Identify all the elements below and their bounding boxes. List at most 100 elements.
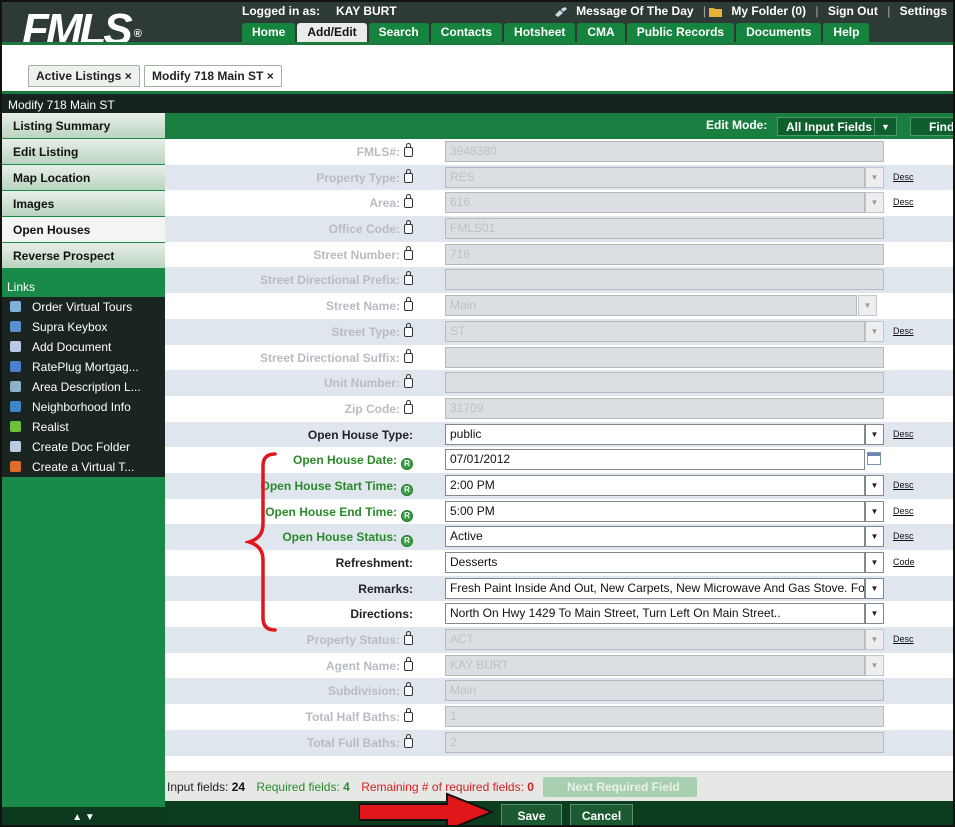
cancel-button[interactable]: Cancel — [570, 804, 633, 825]
annotation-arrow — [359, 792, 494, 825]
field-label: Refreshment: — [165, 556, 413, 570]
open-house-status-label: Open House Status: — [282, 530, 397, 545]
sidebar-link-area-description-l[interactable]: Area Description L... — [2, 377, 165, 397]
dropdown-arrow-icon[interactable]: ▼ — [865, 500, 884, 522]
sidebar-item-open-houses[interactable]: Open Houses — [2, 217, 165, 243]
sidebar-link-create-doc-folder[interactable]: Create Doc Folder — [2, 437, 165, 457]
field-label: Open House Status: R — [165, 530, 413, 548]
motd-link[interactable]: Message Of The Day — [576, 4, 693, 18]
sidebar-link-supra-keybox[interactable]: Supra Keybox — [2, 317, 165, 337]
realist-icon — [10, 421, 21, 432]
nav-tab-help[interactable]: Help — [823, 23, 870, 42]
sidebar-link-neighborhood-info[interactable]: Neighborhood Info — [2, 397, 165, 417]
dropdown-arrow-icon[interactable]: ▼ — [865, 474, 884, 496]
dropdown-arrow-icon[interactable]: ▼ — [865, 603, 884, 625]
nav-tab-public-records[interactable]: Public Records — [626, 23, 735, 42]
rateplug-mortgag-icon — [10, 361, 21, 372]
find-button[interactable]: Find — [910, 117, 953, 136]
link-label: Area Description L... — [32, 380, 141, 394]
nav-tab-hotsheet[interactable]: Hotsheet — [504, 23, 576, 42]
sidebar-link-realist[interactable]: Realist — [2, 417, 165, 437]
field-label: Open House Type: — [165, 428, 413, 442]
settings-link[interactable]: Settings — [900, 4, 947, 18]
field-row-open-house-end-time: Open House End Time: R 5:00 PM ▼ Desc — [165, 499, 953, 525]
open-house-type-desc-link[interactable]: Desc — [893, 429, 914, 439]
street-directional-suffix-input — [445, 346, 884, 368]
street-directional-prefix-label: Street Directional Prefix: — [259, 273, 400, 288]
refreshment-code-link[interactable]: Code — [893, 557, 915, 567]
open-house-end-time-desc-link[interactable]: Desc — [893, 506, 914, 516]
sidebar-item-images[interactable]: Images — [2, 191, 165, 217]
nav-tab-search[interactable]: Search — [368, 23, 429, 42]
sidebar-scroll-arrows[interactable]: ▲ ▼ — [2, 807, 165, 825]
field-label: Open House End Time: R — [165, 505, 413, 522]
street-type-desc-link[interactable]: Desc — [893, 326, 914, 336]
field-label: Street Number: — [165, 245, 413, 262]
directions-input[interactable]: North On Hwy 1429 To Main Street, Turn L… — [445, 603, 865, 625]
area-desc-link[interactable]: Desc — [893, 197, 914, 207]
lock-icon — [404, 194, 413, 209]
refreshment-label: Refreshment: — [335, 556, 413, 570]
link-label: Create a Virtual T... — [32, 460, 135, 474]
sidebar-link-rateplug-mortgag[interactable]: RatePlug Mortgag... — [2, 357, 165, 377]
lock-icon — [404, 733, 413, 748]
annotation-brace — [245, 452, 277, 632]
sidebar-item-listing-summary[interactable]: Listing Summary — [2, 113, 165, 139]
sidebar-link-add-document[interactable]: Add Document — [2, 337, 165, 357]
open-house-start-time-desc-link[interactable]: Desc — [893, 480, 914, 490]
sidebar-item-map-location[interactable]: Map Location — [2, 165, 165, 191]
save-button[interactable]: Save — [501, 804, 562, 825]
lock-icon — [404, 297, 413, 312]
street-directional-suffix-label: Street Directional Suffix: — [259, 350, 400, 365]
dropdown-arrow-icon[interactable]: ▼ — [865, 577, 884, 599]
calendar-icon[interactable] — [867, 452, 881, 466]
satellite-icon — [555, 6, 568, 17]
street-number-label: Street Number: — [313, 247, 400, 262]
open-house-type-label: Open House Type: — [307, 427, 413, 442]
tab-active-listings[interactable]: Active Listings × — [28, 65, 140, 87]
link-label: Neighborhood Info — [32, 400, 131, 414]
nav-tab-contacts[interactable]: Contacts — [430, 23, 503, 42]
top-links: Message Of The Day | My Folder (0) | Sig… — [554, 4, 947, 18]
nav-tab-add-edit[interactable]: Add/Edit — [297, 23, 367, 42]
close-icon[interactable]: × — [267, 69, 274, 83]
tab-modify-listing[interactable]: Modify 718 Main ST × — [144, 65, 282, 87]
open-house-status-desc-link[interactable]: Desc — [893, 531, 914, 541]
next-required-field-button[interactable]: Next Required Field — [543, 777, 697, 797]
breadcrumb: Modify 718 Main ST — [2, 91, 953, 113]
field-label: Total Half Baths: — [165, 708, 413, 724]
refreshment-input[interactable]: Desserts — [445, 552, 865, 573]
dropdown-arrow-icon[interactable]: ▼ — [865, 526, 884, 548]
nav-tab-home[interactable]: Home — [242, 23, 296, 42]
field-row-zip-code: Zip Code: 31709 — [165, 396, 953, 422]
sidebar-item-reverse-prospect[interactable]: Reverse Prospect — [2, 243, 165, 269]
field-label: Open House Date: R — [165, 453, 413, 471]
field-label: Street Type: — [165, 322, 413, 339]
field-row-directions: Directions: North On Hwy 1429 To Main Str… — [165, 601, 953, 627]
dropdown-arrow-icon[interactable]: ▼ — [865, 423, 884, 445]
open-house-end-time-input[interactable]: 5:00 PM — [445, 500, 865, 522]
nav-tab-cma[interactable]: CMA — [577, 23, 625, 42]
property-status-desc-link[interactable]: Desc — [893, 634, 914, 644]
link-label: Add Document — [32, 340, 112, 354]
dropdown-arrow-icon[interactable]: ▼ — [865, 552, 884, 573]
open-house-type-input[interactable]: public — [445, 423, 865, 445]
sidebar-link-order-virtual-tours[interactable]: Order Virtual Tours — [2, 297, 165, 317]
sidebar-item-edit-listing[interactable]: Edit Listing — [2, 139, 165, 165]
field-label: Area: — [165, 194, 413, 210]
my-folder-link[interactable]: My Folder (0) — [731, 4, 806, 18]
property-status-label: Property Status: — [306, 633, 400, 648]
close-icon[interactable]: × — [125, 69, 132, 83]
property-status-input: ACT — [445, 629, 865, 651]
edit-mode-select[interactable]: All Input Fields ▼ — [777, 117, 897, 136]
property-type-desc-link[interactable]: Desc — [893, 172, 914, 182]
open-house-start-time-input[interactable]: 2:00 PM — [445, 474, 865, 496]
nav-tab-documents[interactable]: Documents — [736, 23, 822, 42]
open-house-date-input[interactable]: 07/01/2012 — [445, 449, 865, 471]
remarks-input[interactable]: Fresh Paint Inside And Out, New Carpets,… — [445, 577, 865, 599]
field-label: Total Full Baths: — [165, 733, 413, 750]
field-row-subdivision: Subdivision: Main — [165, 678, 953, 705]
sign-out-link[interactable]: Sign Out — [828, 4, 878, 18]
sidebar-link-create-a-virtual-t[interactable]: Create a Virtual T... — [2, 457, 165, 477]
open-house-status-input[interactable]: Active — [445, 526, 865, 548]
